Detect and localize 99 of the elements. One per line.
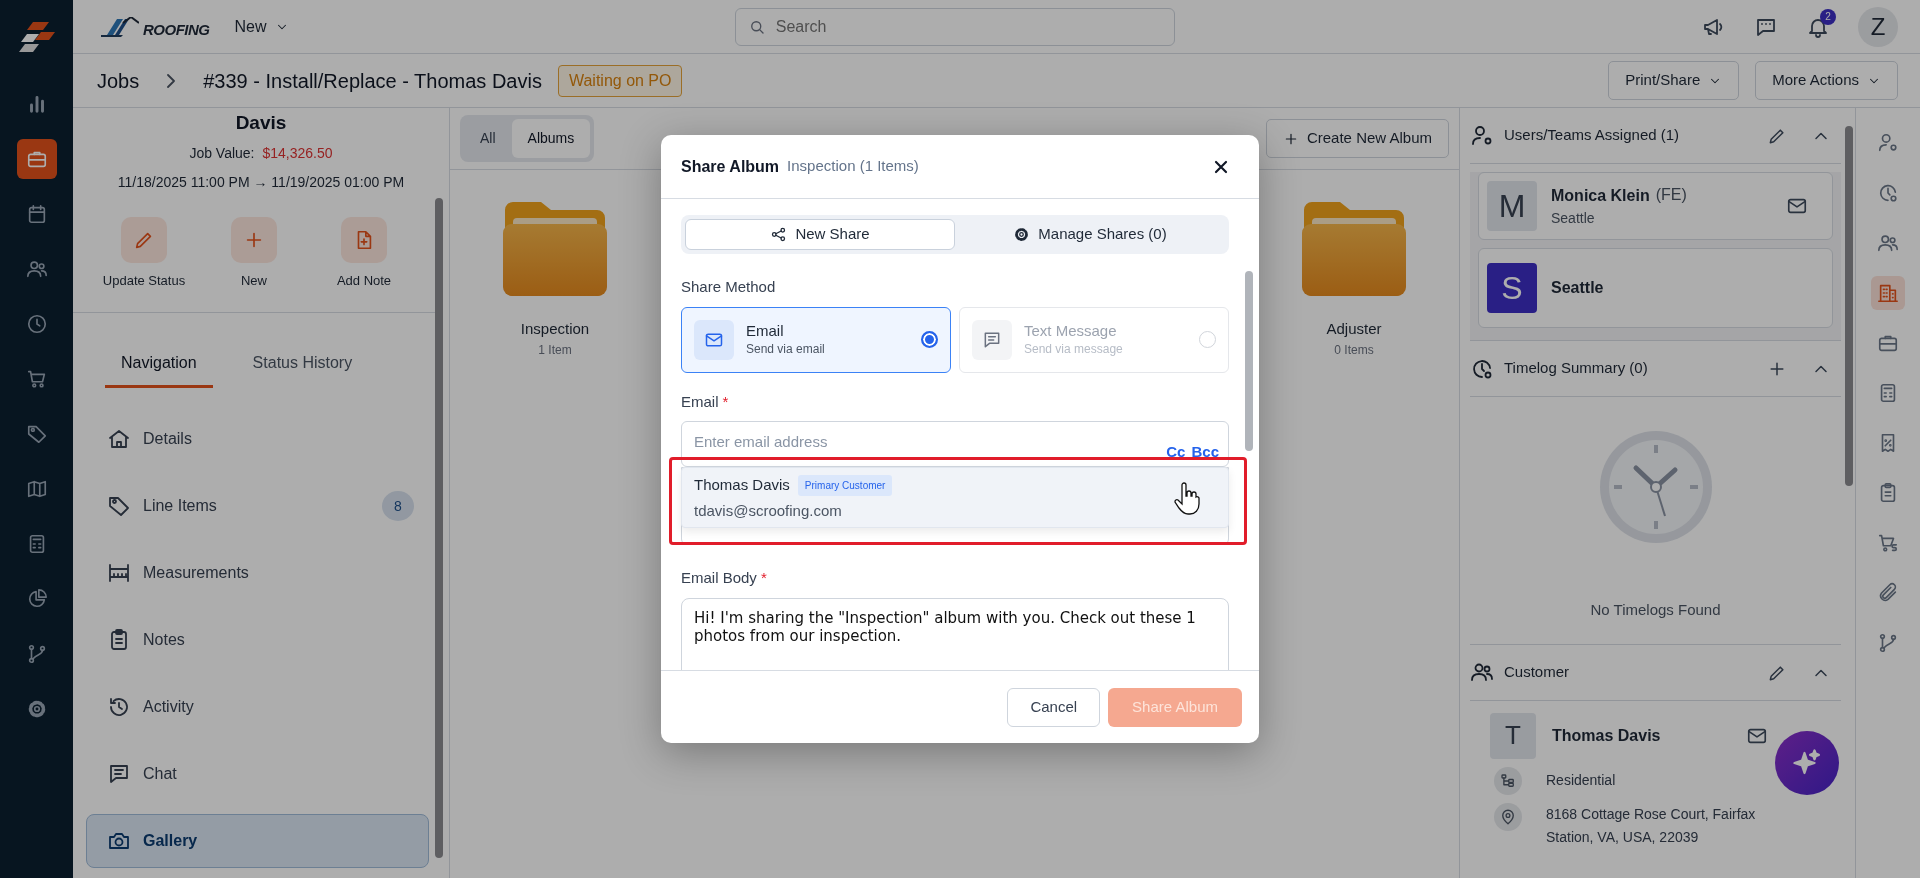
scrollbar[interactable] xyxy=(435,198,443,858)
mail-icon xyxy=(694,319,734,360)
share-icon xyxy=(770,226,788,243)
method-title: Text Message xyxy=(1024,321,1118,340)
quick-action-label: Add Note xyxy=(336,271,392,290)
hand-cursor-icon xyxy=(1174,482,1200,516)
search-field[interactable]: Search xyxy=(734,7,1175,46)
section-title: Timelog Summary (0) xyxy=(1504,358,1648,379)
member-location: Seattle xyxy=(1551,208,1596,228)
map-icon xyxy=(25,478,48,500)
paperclip-icon xyxy=(1877,582,1899,604)
user-pin-icon xyxy=(1470,123,1494,148)
cart-icon xyxy=(25,368,48,390)
quick-action-button[interactable] xyxy=(231,216,277,263)
job-value-label: Job Value: xyxy=(189,143,255,163)
member-name: Monica Klein xyxy=(1551,185,1650,206)
nav-item[interactable]: Gallery xyxy=(86,814,429,869)
suggestion-name: Thomas Davis xyxy=(694,475,790,495)
tag-icon xyxy=(25,423,48,445)
nav-item[interactable]: Line Items 8 xyxy=(86,479,429,534)
filter-tab[interactable]: Albums xyxy=(511,119,591,158)
panel-tab[interactable]: Navigation xyxy=(105,341,213,389)
nav-item[interactable]: Details xyxy=(86,412,429,467)
panel-tab[interactable]: Status History xyxy=(236,341,369,389)
nav-item[interactable]: Activity xyxy=(86,680,429,735)
album-count: 0 Items xyxy=(1334,341,1374,359)
cart-icon xyxy=(1877,532,1899,554)
hierarchy-icon xyxy=(1494,766,1522,795)
users-icon xyxy=(1877,232,1899,254)
quick-action-label: New xyxy=(241,271,267,290)
breadcrumb-item[interactable]: Jobs xyxy=(97,65,140,96)
member-role: (FE) xyxy=(1655,185,1687,205)
message-icon xyxy=(972,319,1012,360)
scrollbar[interactable] xyxy=(1845,126,1853,486)
method-subtitle: Send via message xyxy=(1024,340,1123,358)
users-icon xyxy=(25,258,48,280)
action-dropdown-button[interactable]: Print/Share xyxy=(1608,61,1740,100)
quick-action-button[interactable] xyxy=(121,216,167,263)
customer-avatar: T xyxy=(1490,712,1536,759)
job-value: $14,326.50 xyxy=(262,143,333,163)
suggestion-item[interactable]: Thomas Davis Primary Customer tdavis@scroofing.com xyxy=(681,467,1229,528)
field-label: Share Method xyxy=(681,277,777,297)
tag-icon xyxy=(107,494,131,519)
scrollbar[interactable] xyxy=(1245,271,1253,451)
building-icon xyxy=(1877,282,1899,304)
chevron-icon xyxy=(167,73,176,88)
clock-icon xyxy=(25,313,48,335)
side-tab[interactable] xyxy=(1871,276,1905,310)
user-avatar[interactable]: Z xyxy=(1858,6,1898,47)
new-menu-button[interactable]: New xyxy=(225,9,298,44)
dialog-tab[interactable]: New Share xyxy=(685,219,955,250)
member-avatar: M xyxy=(1487,181,1537,231)
member-name: Seattle xyxy=(1551,278,1604,298)
customer-type: Residential xyxy=(1546,771,1616,790)
rail-item[interactable] xyxy=(16,139,57,179)
brand-logo[interactable]: ROOFING xyxy=(101,16,210,37)
album-count: 1 Item xyxy=(538,341,572,359)
customer-tag: Primary Customer xyxy=(797,474,893,496)
dialog-title: Share Album xyxy=(681,156,780,177)
location-pin-icon xyxy=(1494,802,1522,831)
notification-badge: 2 xyxy=(1820,8,1836,25)
cancel-button[interactable]: Cancel xyxy=(1007,687,1101,727)
field-label: Email xyxy=(681,392,719,410)
settings-icon xyxy=(1013,226,1031,243)
filter-tab[interactable]: All xyxy=(464,119,512,158)
quick-action-button[interactable] xyxy=(341,216,387,263)
album-name: Inspection xyxy=(520,319,590,339)
customer-address: 8168 Cottage Rose Court, Fairfax Station, VA, USA, 22039 xyxy=(1546,804,1757,848)
breadcrumb-item: #339 - Install/Replace - Thomas Davis xyxy=(203,68,542,94)
empty-message: No Timelogs Found xyxy=(1590,600,1721,620)
action-dropdown-button[interactable]: More Actions xyxy=(1755,61,1898,100)
member-avatar: S xyxy=(1487,263,1537,313)
method-title: Email xyxy=(746,321,785,340)
dialog-tab[interactable]: Manage Shares (0) xyxy=(955,219,1225,250)
email-body-field[interactable]: Hi! I'm sharing the "Inspection" album with you. Check out these 1 photos from our inspection. xyxy=(681,597,1229,670)
customer-name: Davis xyxy=(234,112,288,135)
clock-icon xyxy=(1877,182,1899,204)
field-label: Email Body xyxy=(681,569,757,586)
create-album-button[interactable]: Create New Album xyxy=(1265,119,1449,158)
share-method-option[interactable]: Email Send via email xyxy=(681,306,951,373)
job-dates: 11/18/2025 11:00 PM → 11/19/2025 01:00 PM xyxy=(116,172,406,192)
nav-item[interactable]: Measurements xyxy=(86,546,429,601)
suggestion-email: tdavis@scroofing.com xyxy=(694,500,843,521)
section-title: Customer xyxy=(1504,661,1570,682)
user-pin-icon xyxy=(1877,132,1899,154)
required-mark: * xyxy=(760,569,767,586)
quick-action-label: Update Status xyxy=(102,271,186,290)
count-badge: 8 xyxy=(382,491,414,522)
radio-button[interactable] xyxy=(921,331,938,348)
section-title: Users/Teams Assigned (1) xyxy=(1504,125,1680,146)
status-badge: Waiting on PO xyxy=(557,64,683,97)
required-mark: * xyxy=(722,392,729,410)
album-name: Adjuster xyxy=(1326,319,1382,339)
nav-item[interactable]: Chat xyxy=(86,747,429,802)
dialog-subtitle: Inspection (1 Items) xyxy=(787,156,919,177)
nav-item[interactable]: Notes xyxy=(86,613,429,668)
method-subtitle: Send via email xyxy=(746,340,825,358)
customer-name: Thomas Davis xyxy=(1552,725,1661,746)
branch-icon xyxy=(1877,632,1899,654)
